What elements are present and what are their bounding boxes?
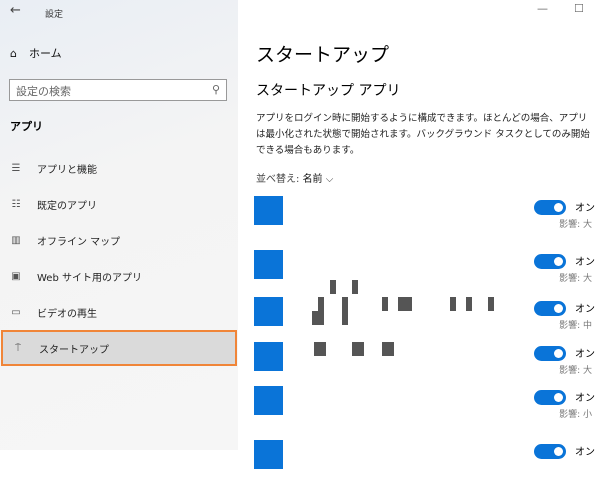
sidebar-item-offline-maps[interactable]: ▥ オフライン マップ <box>1 222 237 258</box>
redacted-app-name <box>318 297 324 311</box>
impact-label: 影響: 大 <box>559 274 592 284</box>
home-icon: ⌂ <box>10 46 17 60</box>
sidebar: ← 設定 ⌂ ホーム 設定の検索 ⚲ アプリ ☰ アプリと機能 ☷ 既定のアプリ ▥ オフ… <box>0 0 238 450</box>
startup-app-row: オン影響: 大 <box>254 342 600 382</box>
startup-toggle[interactable] <box>534 200 566 215</box>
toggle-state: オン <box>575 393 595 404</box>
section-heading: アプリ <box>10 120 43 133</box>
home-link[interactable]: ⌂ ホーム <box>10 45 62 61</box>
app-icon <box>254 196 283 225</box>
app-icon <box>254 386 283 415</box>
redacted-app-name <box>352 342 364 356</box>
sidebar-item-label: オフライン マップ <box>37 236 121 248</box>
toggle-state: オン <box>575 203 595 214</box>
redacted-app-name <box>314 342 326 356</box>
startup-icon: ⍑ <box>15 342 21 354</box>
impact-label: 影響: 大 <box>559 366 592 376</box>
sidebar-item-website-apps[interactable]: ▣ Web サイト用のアプリ <box>1 258 237 294</box>
video-icon: ▭ <box>11 306 21 318</box>
startup-app-row: オン影響: 大 <box>254 196 600 236</box>
sidebar-item-video-playback[interactable]: ▭ ビデオの再生 <box>1 294 237 330</box>
app-icon <box>254 297 283 326</box>
impact-label: 影響: 小 <box>559 410 592 420</box>
app-icon <box>254 250 283 279</box>
window-title: 設定 <box>45 10 64 20</box>
search-input[interactable]: 設定の検索 ⚲ <box>9 79 227 101</box>
minimize-button[interactable]: — <box>537 2 548 15</box>
home-label: ホーム <box>28 47 62 60</box>
startup-toggle[interactable] <box>534 444 566 459</box>
sidebar-item-label: スタートアップ <box>39 344 109 356</box>
sidebar-item-label: Web サイト用のアプリ <box>37 272 142 284</box>
sidebar-item-startup[interactable]: ⍑ スタートアップ <box>1 330 237 366</box>
chevron-down-icon: ⌵ <box>325 174 334 185</box>
startup-app-row: オン影響: 中 <box>254 297 600 337</box>
app-icon <box>254 342 283 371</box>
redacted-app-name <box>382 297 388 311</box>
startup-app-row: オン <box>254 440 600 480</box>
toggle-state: オン <box>575 257 595 268</box>
toggle-state: オン <box>575 304 595 315</box>
search-icon: ⚲ <box>211 83 220 96</box>
startup-toggle[interactable] <box>534 254 566 269</box>
sidebar-item-label: 既定のアプリ <box>37 200 97 212</box>
redacted-app-name <box>450 297 456 311</box>
redacted-app-name <box>466 297 472 311</box>
sidebar-item-label: アプリと機能 <box>37 164 97 176</box>
default-apps-icon: ☷ <box>11 198 21 210</box>
sort-value: 名前 <box>302 174 323 185</box>
sidebar-item-label: ビデオの再生 <box>37 308 97 320</box>
redacted-app-name <box>342 311 348 325</box>
website-icon: ▣ <box>11 270 21 282</box>
redacted-app-name <box>488 297 494 311</box>
startup-toggle[interactable] <box>534 390 566 405</box>
back-button[interactable]: ← <box>10 3 21 18</box>
toggle-state: オン <box>575 349 595 360</box>
description: アプリをログイン時に開始するように構成できます。ほとんどの場合、アプリは最小化さ… <box>256 113 590 156</box>
startup-app-row: オン影響: 小 <box>254 386 600 426</box>
list-icon: ☰ <box>11 162 21 174</box>
redacted-app-name <box>330 280 336 294</box>
section-title: スタートアップ アプリ <box>256 83 401 99</box>
redacted-app-name <box>312 311 324 325</box>
impact-label: 影響: 大 <box>559 220 592 230</box>
sort-dropdown[interactable]: 並べ替え: 名前 ⌵ <box>256 170 333 185</box>
startup-toggle[interactable] <box>534 346 566 361</box>
sidebar-item-apps-features[interactable]: ☰ アプリと機能 <box>1 150 237 186</box>
sidebar-item-default-apps[interactable]: ☷ 既定のアプリ <box>1 186 237 222</box>
app-icon <box>254 440 283 469</box>
impact-label: 影響: 中 <box>559 321 592 331</box>
redacted-app-name <box>398 297 412 311</box>
search-placeholder: 設定の検索 <box>16 85 71 98</box>
redacted-app-name <box>382 342 394 356</box>
toggle-state: オン <box>575 447 595 458</box>
redacted-app-name <box>342 297 348 311</box>
startup-toggle[interactable] <box>534 301 566 316</box>
startup-app-row: オン影響: 大 <box>254 250 600 294</box>
maximize-button[interactable]: ☐ <box>574 2 584 15</box>
page-title: スタートアップ <box>256 44 390 66</box>
redacted-app-name <box>352 280 358 294</box>
sort-label: 並べ替え: <box>256 174 300 185</box>
map-icon: ▥ <box>11 234 21 246</box>
